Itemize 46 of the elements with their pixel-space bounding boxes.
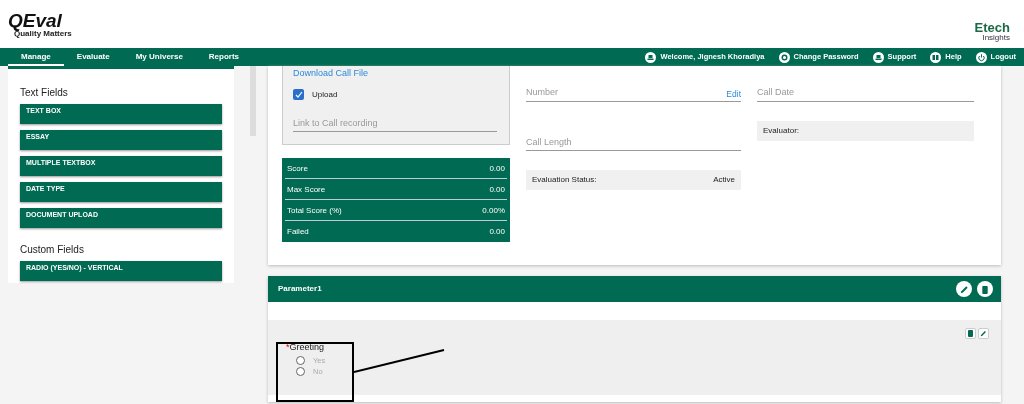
logo-name: Etech (974, 20, 1010, 34)
user-icon (872, 51, 884, 63)
gear-icon (778, 51, 790, 63)
link-field[interactable]: Link to Call recording (293, 116, 497, 132)
user-icon (645, 51, 657, 63)
score-value: 0.00 (489, 184, 505, 196)
evaluator-label: Evaluator: (763, 125, 800, 135)
call-date-field[interactable]: Call Date (757, 86, 974, 102)
logo-mark: QEval (8, 10, 62, 30)
edit-button[interactable] (978, 328, 989, 339)
score-label: Max Score (287, 184, 326, 196)
trash-icon (981, 284, 989, 294)
edit-button[interactable] (956, 281, 972, 297)
group-title: Custom Fields (20, 243, 85, 257)
call-length-field[interactable]: Call Length (526, 135, 741, 151)
parameter-title: Parameter1 (278, 283, 322, 295)
edit-link[interactable]: Edit (726, 87, 741, 101)
question-label: Greeting (289, 342, 325, 352)
download-link[interactable]: Download Call File (293, 66, 497, 81)
delete-button[interactable] (965, 328, 976, 339)
power-icon (975, 51, 987, 63)
required-mark: * (286, 342, 290, 352)
nav-tab[interactable]: Evaluate (63, 48, 123, 66)
upload-label: Upload (312, 88, 338, 101)
radio-button[interactable] (296, 355, 305, 365)
pencil-icon (980, 330, 987, 337)
upload-checkbox[interactable] (293, 89, 304, 100)
radio-button[interactable] (296, 366, 305, 376)
nav-tab[interactable]: Reports (195, 48, 253, 66)
logo-subtitle: Insights (982, 33, 1010, 42)
score-value: 0.00 (489, 226, 505, 238)
book-icon (930, 51, 942, 63)
score-label: Failed (287, 226, 309, 238)
status-label: Evaluation Status: (532, 174, 597, 186)
score-label: Score (287, 163, 308, 175)
scrollbar (250, 66, 256, 136)
status-value: Active (713, 174, 735, 186)
number-field[interactable]: Number Edit (526, 86, 741, 102)
score-value: 0.00% (482, 205, 505, 217)
nav-tab[interactable]: My Universe (122, 48, 196, 66)
pencil-icon (959, 284, 969, 294)
score-value: 0.00 (489, 163, 505, 175)
score-label: Total Score (%) (287, 205, 342, 217)
trash-icon (968, 330, 973, 337)
group-title: Text Fields (20, 86, 69, 100)
delete-button[interactable] (977, 281, 993, 297)
